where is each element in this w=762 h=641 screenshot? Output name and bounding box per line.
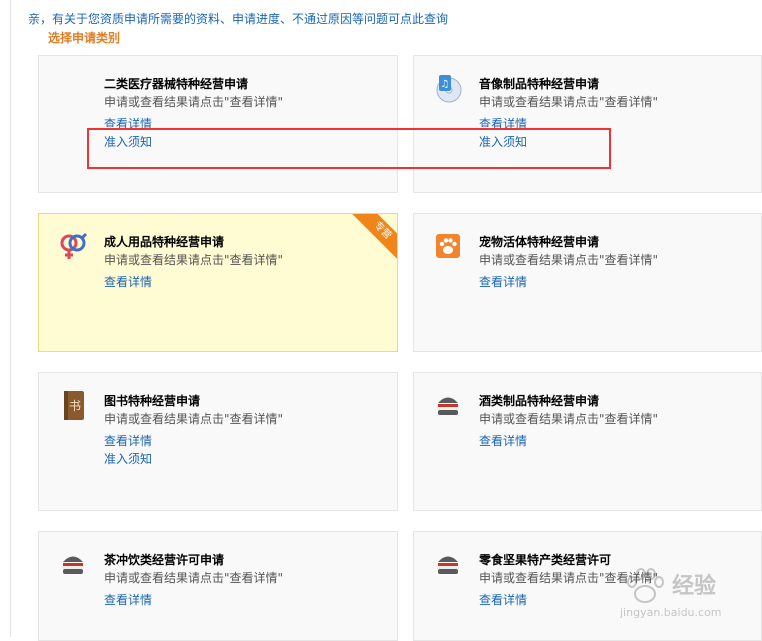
baidu-paw-logo-icon	[627, 568, 664, 603]
card-desc: 申请或查看结果请点击"查看详情"	[479, 95, 659, 109]
burger-icon	[433, 390, 463, 420]
card-alcohol: 酒类制品特种经营申请 申请或查看结果请点击"查看详情" 查看详情	[413, 372, 762, 511]
watermark-main-text: 经验	[672, 574, 717, 599]
card-title: 酒类制品特种经营申请	[479, 394, 600, 408]
card-tea-drinks: 茶冲饮类经营许可申请 申请或查看结果请点击"查看详情" 查看详情	[38, 531, 398, 641]
view-details-link[interactable]: 查看详情	[104, 115, 152, 132]
exclusive-ribbon-badge: 专营	[350, 214, 397, 263]
card-live-pets: 宠物活体特种经营申请 申请或查看结果请点击"查看详情" 查看详情	[413, 213, 762, 352]
paw-icon	[433, 231, 463, 261]
card-title: 图书特种经营申请	[104, 394, 201, 408]
card-books: 书 图书特种经营申请 申请或查看结果请点击"查看详情" 查看详情 准入须知	[38, 372, 398, 511]
view-details-link[interactable]: 查看详情	[479, 591, 527, 608]
admission-notice-link[interactable]: 准入须知	[104, 450, 152, 467]
card-desc: 申请或查看结果请点击"查看详情"	[104, 412, 284, 426]
view-details-link[interactable]: 查看详情	[479, 115, 527, 132]
view-details-link[interactable]: 查看详情	[104, 432, 152, 449]
burger-icon	[58, 549, 88, 579]
baidu-jingyan-watermark: 经验 jingyan.baidu.com	[620, 566, 740, 626]
card-medical-device: 二类医疗器械特种经营申请 申请或查看结果请点击"查看详情" 查看详情 准入须知	[38, 55, 398, 193]
card-adult-products: 专营 成人用品特种经营申请 申请或查看结果请点击"查看详情" 查看详情	[38, 213, 398, 352]
card-title: 宠物活体特种经营申请	[479, 235, 600, 249]
card-title: 音像制品特种经营申请	[479, 77, 600, 91]
music-disc-icon: ♫	[433, 73, 463, 103]
svg-text:♫: ♫	[441, 79, 450, 90]
view-details-link[interactable]: 查看详情	[104, 273, 152, 290]
card-desc: 申请或查看结果请点击"查看详情"	[479, 253, 659, 267]
gender-symbol-icon	[58, 231, 88, 261]
card-audio-video: ♫ 音像制品特种经营申请 申请或查看结果请点击"查看详情" 查看详情 准入须知	[413, 55, 762, 193]
left-divider	[10, 0, 11, 637]
burger-icon	[433, 549, 463, 579]
view-details-link[interactable]: 查看详情	[479, 273, 527, 290]
notice-link[interactable]: 亲，有关于您资质申请所需要的资料、申请进度、不通过原因等问题可点此查询	[28, 10, 448, 27]
card-title: 茶冲饮类经营许可申请	[104, 553, 225, 567]
watermark-url-text: jingyan.baidu.com	[620, 606, 722, 619]
admission-notice-link[interactable]: 准入须知	[479, 133, 527, 150]
card-title: 零食坚果特产类经营许可	[479, 553, 612, 567]
admission-notice-link[interactable]: 准入须知	[104, 133, 152, 150]
view-details-link[interactable]: 查看详情	[479, 432, 527, 449]
view-details-link[interactable]: 查看详情	[104, 591, 152, 608]
card-desc: 申请或查看结果请点击"查看详情"	[479, 412, 659, 426]
svg-text:书: 书	[69, 399, 81, 413]
card-title: 二类医疗器械特种经营申请	[104, 77, 249, 91]
card-desc: 申请或查看结果请点击"查看详情"	[104, 95, 284, 109]
card-title: 成人用品特种经营申请	[104, 235, 225, 249]
section-title: 选择申请类别	[48, 31, 121, 45]
card-desc: 申请或查看结果请点击"查看详情"	[104, 571, 284, 585]
card-desc: 申请或查看结果请点击"查看详情"	[104, 253, 284, 267]
book-icon: 书	[58, 390, 88, 420]
